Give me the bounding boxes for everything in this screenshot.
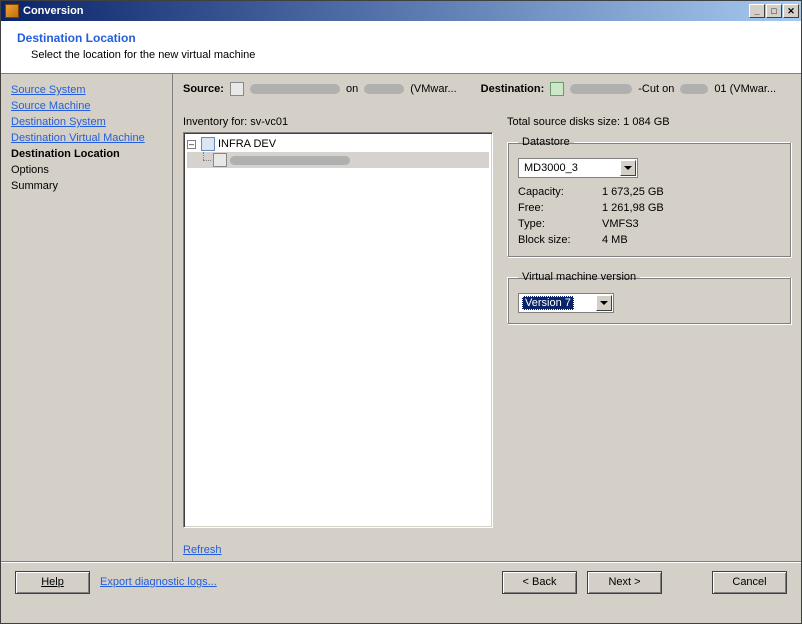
destination-name-redacted — [570, 84, 632, 94]
source-suffix: (VMwar... — [410, 83, 456, 95]
close-button[interactable]: ✕ — [783, 4, 799, 18]
total-source-size: Total source disks size: 1 084 GB — [507, 116, 791, 128]
datastore-selected-value: MD3000_3 — [522, 162, 580, 174]
cancel-button[interactable]: Cancel — [712, 571, 787, 594]
step-options: Options — [11, 162, 166, 178]
inventory-tree[interactable]: – INFRA DEV — [183, 132, 493, 528]
source-icon — [230, 82, 244, 96]
destination-icon — [550, 82, 564, 96]
destination-host-redacted — [680, 84, 708, 94]
capacity-key: Capacity: — [518, 186, 602, 198]
step-destination-virtual-machine[interactable]: Destination Virtual Machine — [11, 130, 166, 146]
inventory-label: Inventory for: sv-vc01 — [183, 116, 493, 128]
wizard-header: Destination Location Select the location… — [1, 21, 801, 74]
source-label: Source: — [183, 83, 224, 95]
destination-cut-text: -Cut on — [638, 83, 674, 95]
vm-version-selected-value: Version 7 — [522, 296, 574, 310]
step-destination-location: Destination Location — [11, 146, 166, 162]
source-destination-row: Source: on (VMwar... Destination: -Cut o… — [183, 82, 791, 102]
source-on-text: on — [346, 83, 358, 95]
blocksize-key: Block size: — [518, 234, 602, 246]
destination-label: Destination: — [481, 83, 545, 95]
tree-host-redacted — [230, 156, 350, 165]
help-button[interactable]: Help — [15, 571, 90, 594]
step-source-system[interactable]: Source System — [11, 82, 166, 98]
host-icon — [213, 153, 227, 167]
blocksize-value: 4 MB — [602, 234, 780, 246]
datastore-legend: Datastore — [518, 136, 574, 148]
collapse-icon[interactable]: – — [187, 140, 196, 149]
tree-connector-icon — [196, 152, 210, 168]
step-summary: Summary — [11, 178, 166, 194]
vm-version-group: Virtual machine version Version 7 — [507, 271, 791, 324]
title-bar: Conversion _ □ ✕ — [1, 1, 801, 21]
page-subtitle: Select the location for the new virtual … — [17, 45, 785, 61]
tree-node-host[interactable] — [187, 152, 489, 168]
wizard-footer: Help Export diagnostic logs... < Back Ne… — [1, 562, 801, 601]
page-title: Destination Location — [17, 31, 785, 45]
vm-version-select[interactable]: Version 7 — [518, 293, 614, 313]
maximize-button[interactable]: □ — [766, 4, 782, 18]
vm-version-legend: Virtual machine version — [518, 271, 640, 283]
type-key: Type: — [518, 218, 602, 230]
source-name-redacted — [250, 84, 340, 94]
type-value: VMFS3 — [602, 218, 780, 230]
source-host-redacted — [364, 84, 404, 94]
step-destination-system[interactable]: Destination System — [11, 114, 166, 130]
main-panel: Source: on (VMwar... Destination: -Cut o… — [173, 74, 801, 562]
step-source-machine[interactable]: Source Machine — [11, 98, 166, 114]
free-key: Free: — [518, 202, 602, 214]
datastore-select[interactable]: MD3000_3 — [518, 158, 638, 178]
datastore-group: Datastore MD3000_3 Capacity: 1 673,25 GB… — [507, 136, 791, 257]
refresh-link[interactable]: Refresh — [183, 544, 493, 556]
free-value: 1 261,98 GB — [602, 202, 780, 214]
folder-icon — [201, 137, 215, 151]
next-button[interactable]: Next > — [587, 571, 662, 594]
capacity-value: 1 673,25 GB — [602, 186, 780, 198]
wizard-steps-sidebar: Source System Source Machine Destination… — [1, 74, 173, 562]
export-logs-link[interactable]: Export diagnostic logs... — [100, 576, 217, 588]
window-title: Conversion — [23, 5, 748, 17]
tree-node-root[interactable]: – INFRA DEV — [187, 136, 489, 152]
back-button[interactable]: < Back — [502, 571, 577, 594]
tree-node-label: INFRA DEV — [218, 138, 276, 150]
minimize-button[interactable]: _ — [749, 4, 765, 18]
app-icon — [5, 4, 19, 18]
chevron-down-icon[interactable] — [596, 295, 612, 311]
chevron-down-icon[interactable] — [620, 160, 636, 176]
destination-suffix: 01 (VMwar... — [714, 83, 776, 95]
